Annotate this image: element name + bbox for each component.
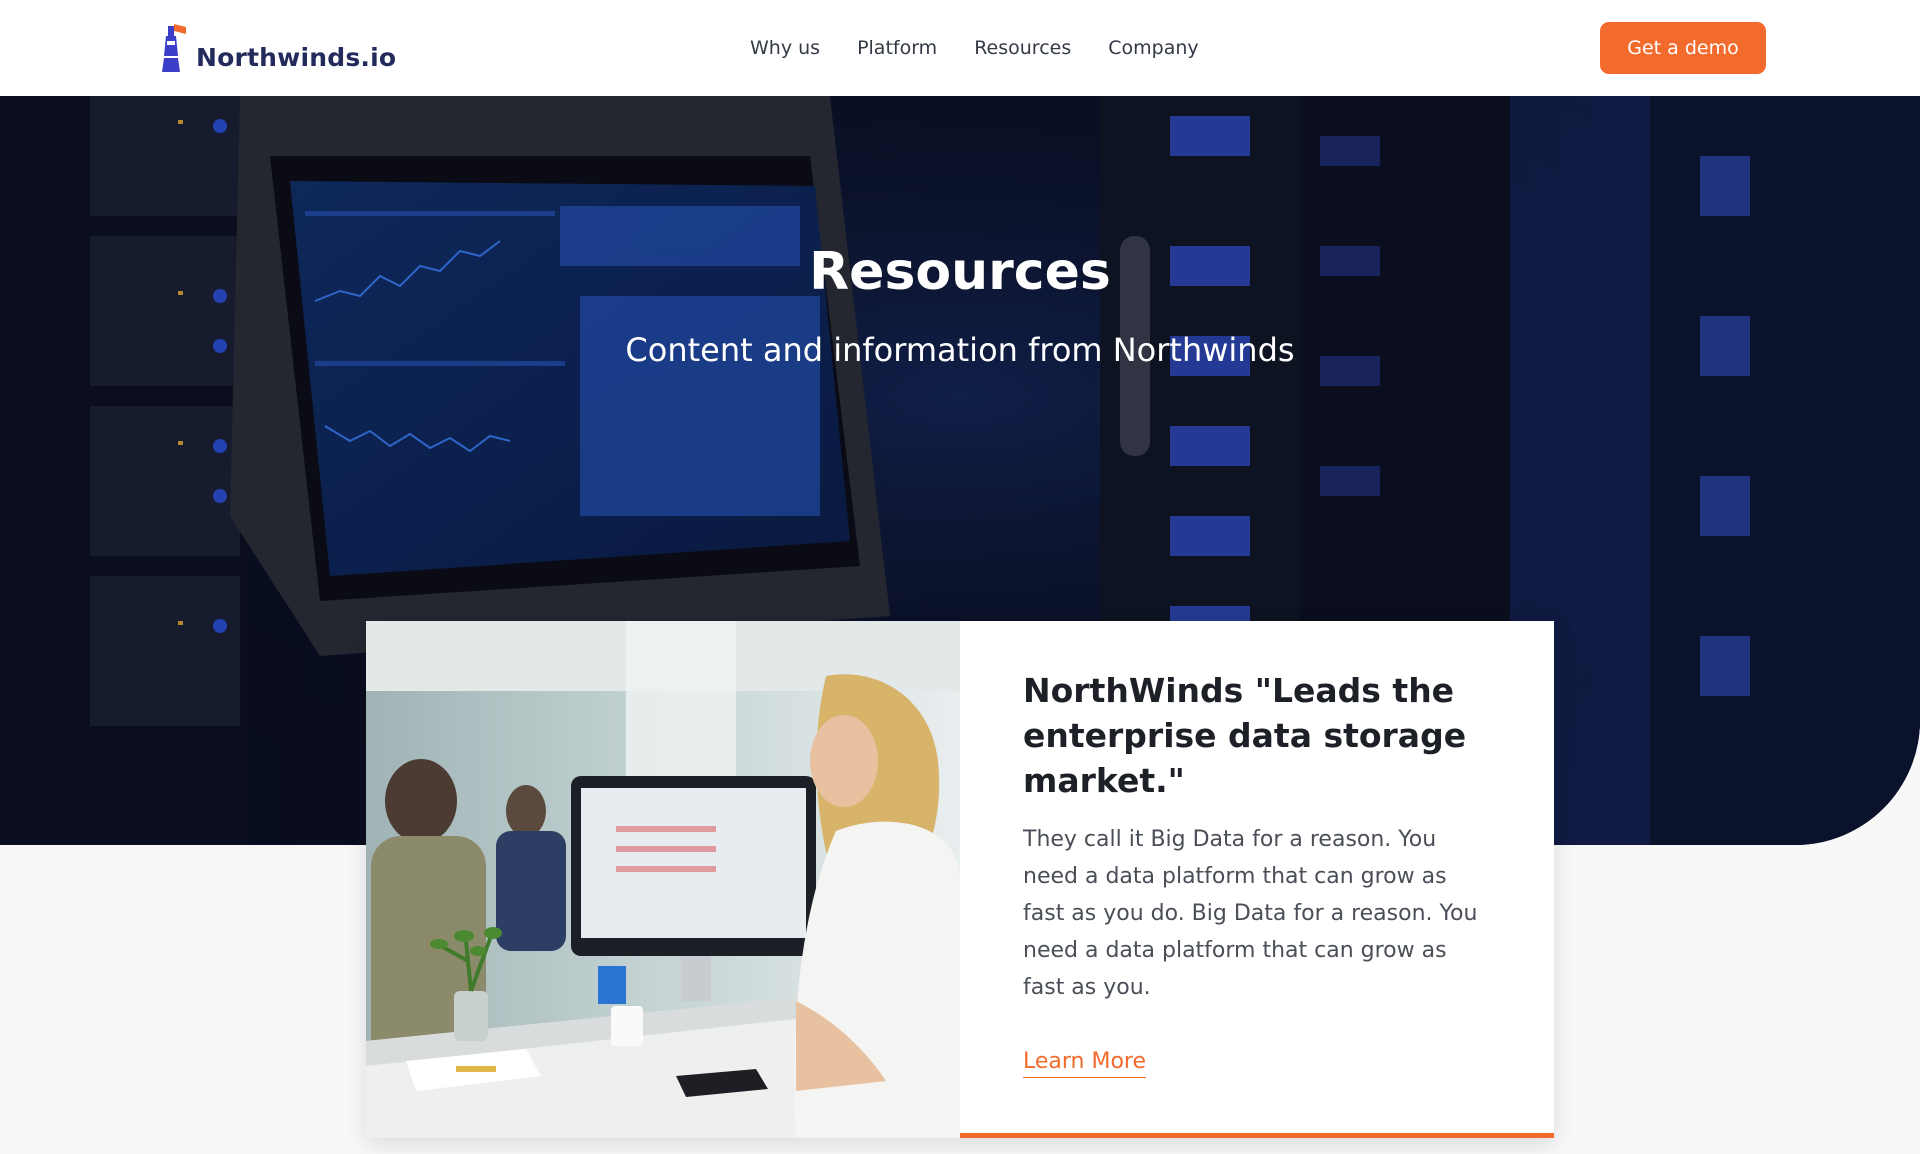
feature-card: NorthWinds "Leads the enterprise data st… bbox=[366, 621, 1554, 1138]
logo-link[interactable]: Northwinds.io bbox=[158, 18, 396, 74]
hero-title: Resources bbox=[809, 242, 1111, 302]
nav-platform[interactable]: Platform bbox=[857, 38, 937, 58]
nav-company[interactable]: Company bbox=[1108, 38, 1198, 58]
site-header: Northwinds.io Why us Platform Resources … bbox=[0, 0, 1920, 96]
learn-more-link[interactable]: Learn More bbox=[1023, 1048, 1147, 1078]
nav-why-us[interactable]: Why us bbox=[750, 38, 820, 58]
card-description: They call it Big Data for a reason. You … bbox=[1023, 827, 1478, 1000]
card-content: NorthWinds "Leads the enterprise data st… bbox=[960, 621, 1554, 1138]
nav-resources[interactable]: Resources bbox=[974, 38, 1071, 58]
logo-text: Northwinds.io bbox=[196, 43, 397, 72]
get-demo-button[interactable]: Get a demo bbox=[1600, 22, 1766, 74]
card-title: NorthWinds "Leads the enterprise data st… bbox=[1023, 671, 1467, 800]
lighthouse-icon bbox=[162, 24, 186, 72]
main-nav: Why us Platform Resources Company bbox=[750, 0, 1236, 96]
office-photo bbox=[366, 621, 960, 1138]
hero-subtitle: Content and information from Northwinds bbox=[625, 331, 1295, 369]
card-accent-bar bbox=[960, 1133, 1554, 1138]
